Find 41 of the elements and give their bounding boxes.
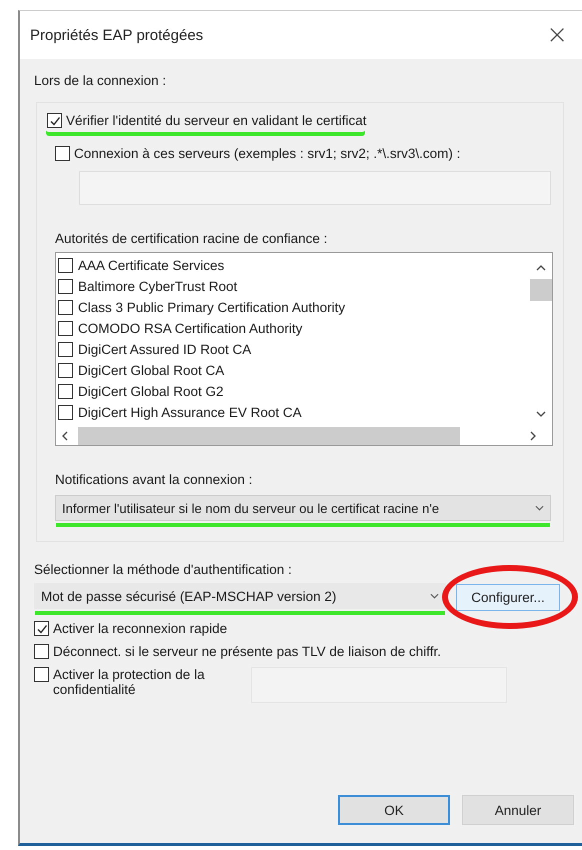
- notification-dropdown[interactable]: Informer l'utilisateur si le nom du serveur ou le certificat racine n'e: [55, 495, 551, 521]
- scroll-thumb[interactable]: [78, 427, 460, 445]
- list-label: Autorités de certification racine de confiance :: [55, 231, 328, 246]
- scroll-thumb[interactable]: [530, 279, 552, 301]
- section-label: Lors de la connexion :: [34, 73, 168, 88]
- chevron-down-icon: [430, 593, 439, 599]
- checkbox[interactable]: [58, 384, 73, 399]
- checkbox[interactable]: [58, 321, 73, 336]
- checkbox[interactable]: [34, 644, 49, 659]
- checkbox-label: Vérifier l'identité du serveur en validant le certificat: [66, 113, 366, 128]
- configure-button[interactable]: Configurer...: [456, 584, 560, 610]
- close-button[interactable]: ×: [540, 20, 574, 50]
- checkbox[interactable]: [47, 113, 62, 128]
- dialog-button[interactable]: OK: [338, 795, 450, 825]
- checkbox[interactable]: [58, 258, 73, 273]
- method-dropdown[interactable]: Mot de passe sécurisé (EAP-MSCHAP version 2): [34, 583, 446, 609]
- list-item[interactable]: AAA Certificate Services: [78, 258, 224, 273]
- checkbox[interactable]: [34, 667, 49, 682]
- window-title: Propriétés EAP protégées: [30, 26, 204, 44]
- checkbox[interactable]: [55, 146, 70, 161]
- list-item[interactable]: DigiCert High Assurance EV Root CA: [78, 405, 302, 420]
- dropdown-label: Notifications avant la connexion :: [55, 472, 254, 487]
- dropdown-label: Sélectionner la méthode d'authentification :: [34, 562, 293, 577]
- checkbox-label: Activer la reconnexion rapide: [53, 621, 228, 636]
- checkbox[interactable]: [58, 342, 73, 357]
- list-item[interactable]: COMODO RSA Certification Authority: [78, 321, 302, 336]
- list-item[interactable]: DigiCert Global Root G2: [78, 384, 224, 399]
- checkbox[interactable]: [58, 405, 73, 420]
- checkbox-label: Connexion à ces serveurs (exemples : srv1; srv2; .*\.srv3\.com) :: [74, 146, 460, 161]
- checkbox[interactable]: [58, 363, 73, 378]
- list-item[interactable]: Class 3 Public Primary Certification Authority: [78, 300, 346, 315]
- list-item[interactable]: DigiCert Global Root CA: [78, 363, 224, 378]
- checkbox-label: Activer la protection de la confidentialité: [53, 667, 206, 697]
- chevron-down-icon: [535, 505, 544, 511]
- checkbox[interactable]: [34, 621, 49, 636]
- checkbox[interactable]: [58, 279, 73, 294]
- list-item[interactable]: DigiCert Assured ID Root CA: [78, 342, 252, 357]
- dialog-button[interactable]: Annuler: [462, 795, 574, 825]
- checkbox-label: Déconnect. si le serveur ne présente pas TLV de liaison de chiffr.: [53, 644, 441, 659]
- list-item[interactable]: Baltimore CyberTrust Root: [78, 279, 238, 294]
- checkbox[interactable]: [58, 300, 73, 315]
